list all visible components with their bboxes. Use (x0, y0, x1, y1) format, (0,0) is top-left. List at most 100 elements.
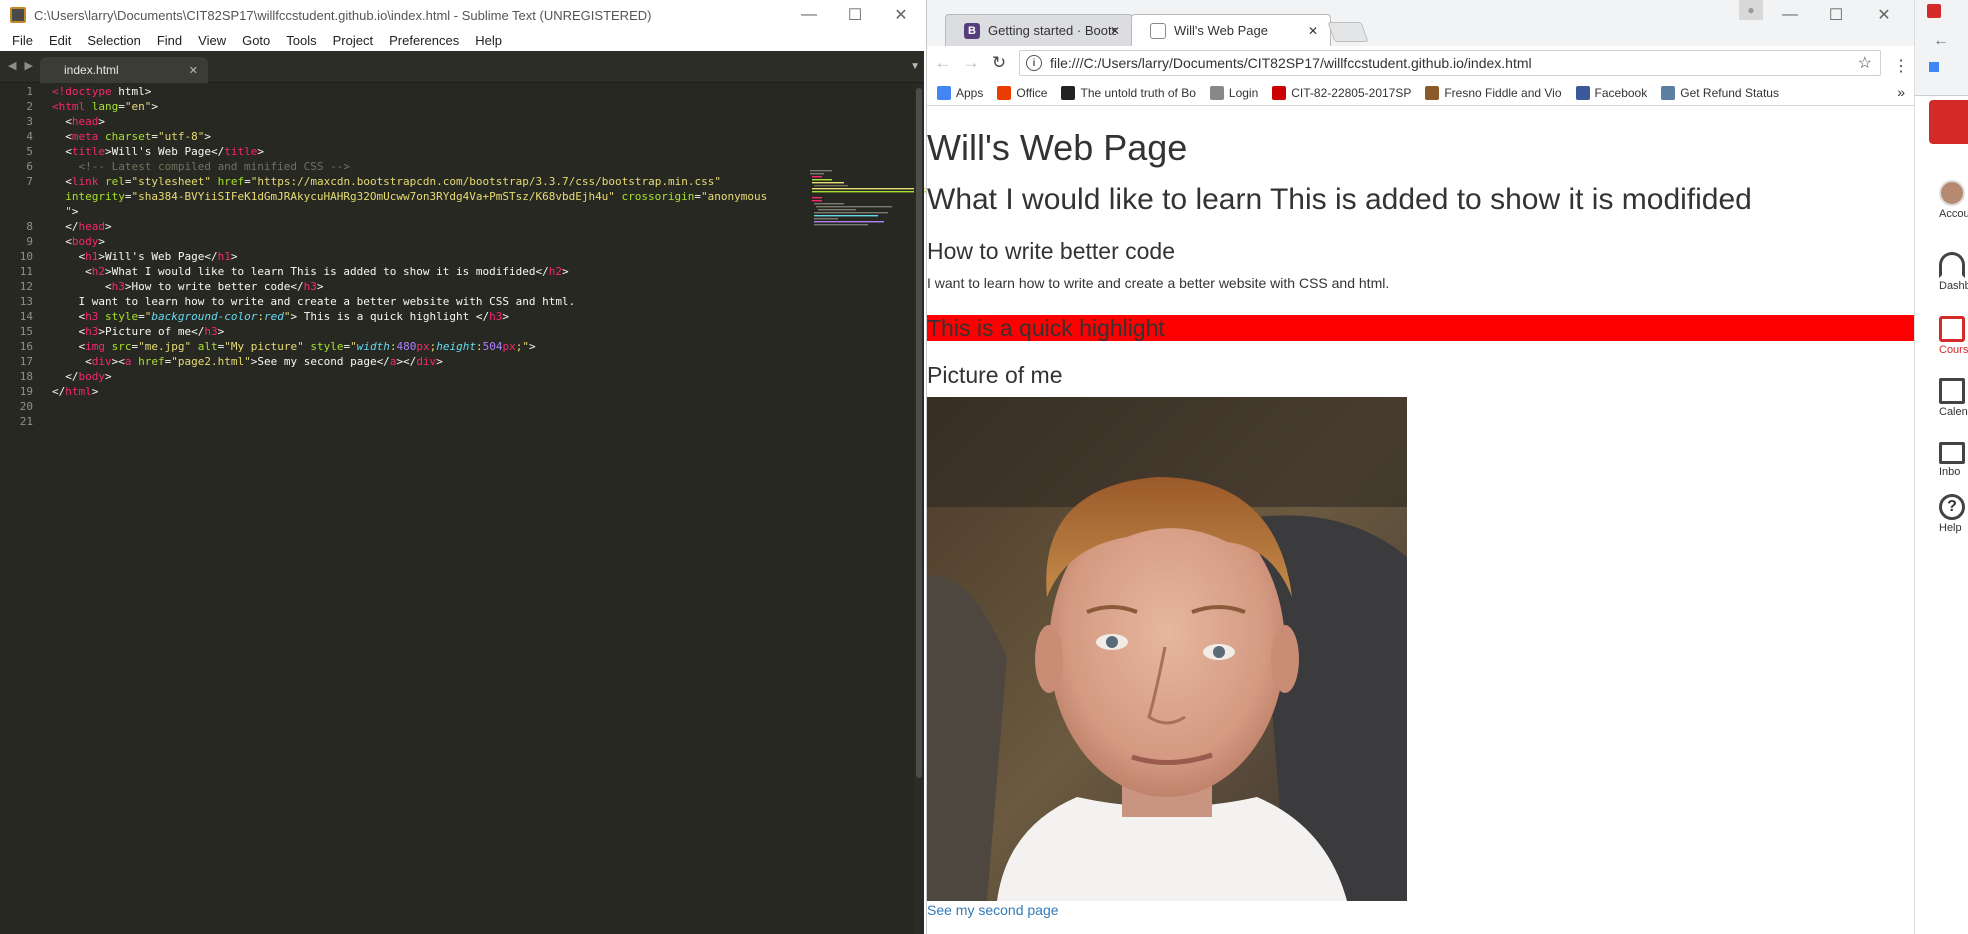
line-number: 13 (19, 295, 33, 308)
menu-goto[interactable]: Goto (234, 33, 278, 48)
chrome-window: B Getting started · Bootstr ✕ Will's Web… (926, 0, 1915, 934)
tab-label: Will's Web Page (1174, 23, 1268, 38)
close-button[interactable]: ✕ (1861, 0, 1907, 30)
menu-edit[interactable]: Edit (41, 33, 79, 48)
canvas-window: ← Accou Dashbo Cours Calend Inbo ? Help (1914, 0, 1968, 934)
sublime-titlebar: C:\Users\larry\Documents\CIT82SP17\willf… (0, 0, 924, 30)
bookmark-fiddle[interactable]: Fresno Fiddle and Vio (1425, 85, 1562, 100)
line-number: 14 (19, 310, 33, 323)
profile-icon[interactable]: ● (1739, 0, 1763, 20)
sublime-tabbar: ◀▶ index.html ✕ ▼ (0, 51, 924, 83)
chrome-toolbar: ← → ↻ i file:///C:/Users/larry/Documents… (927, 46, 1915, 80)
menu-preferences[interactable]: Preferences (381, 33, 467, 48)
new-tab-button[interactable] (1327, 22, 1369, 42)
back-icon[interactable]: ← (929, 49, 957, 77)
nav-label: Cours (1939, 344, 1968, 356)
sublime-window-title: C:\Users\larry\Documents\CIT82SP17\willf… (34, 7, 652, 23)
page-favicon-icon (1150, 22, 1166, 39)
line-number: 20 (19, 400, 33, 413)
browser-tab-wills-web-page[interactable]: Will's Web Page ✕ (1131, 14, 1331, 46)
bootstrap-favicon-icon: B (964, 22, 980, 39)
line-number: 12 (19, 280, 33, 293)
calendar-icon (1939, 378, 1965, 404)
back-icon[interactable]: ← (1933, 32, 1949, 50)
nav-help[interactable]: ? Help (1915, 494, 1968, 534)
nav-label: Calend (1939, 406, 1968, 418)
nav-label: Inbo (1939, 466, 1961, 478)
line-number: 4 (26, 130, 33, 143)
nav-label: Dashbo (1939, 280, 1968, 292)
line-number: 18 (19, 370, 33, 383)
bookmark-apps[interactable]: Apps (937, 85, 983, 100)
url-text[interactable]: file:///C:/Users/larry/Documents/CIT82SP… (1050, 55, 1858, 71)
nav-calendar[interactable]: Calend (1915, 378, 1968, 418)
nav-dashboard[interactable]: Dashbo (1915, 252, 1968, 292)
menu-find[interactable]: Find (149, 33, 190, 48)
bookmark-label: Login (1228, 85, 1259, 100)
bookmark-login[interactable]: Login (1209, 85, 1259, 100)
tab-nav-arrows-icon[interactable]: ◀▶ (8, 59, 41, 72)
maximize-button[interactable]: ☐ (1813, 0, 1859, 30)
nav-courses[interactable]: Cours (1915, 316, 1968, 356)
line-number: 19 (19, 385, 33, 398)
editor-tab-index-html[interactable]: index.html ✕ (40, 57, 208, 83)
chrome-menu-icon[interactable]: ⋮ (1893, 56, 1909, 76)
fresno-city-college-logo[interactable] (1929, 100, 1968, 144)
apps-grid-icon (937, 85, 951, 100)
bookmark-label: Get Refund Status (1680, 85, 1779, 100)
editor-scrollbar[interactable] (914, 84, 924, 934)
scrollbar-thumb[interactable] (916, 88, 922, 778)
minimize-button[interactable]: — (786, 0, 832, 30)
line-gutter: 1 2 3 4 5 6 7 8 9 10 11 12 13 14 15 16 1… (0, 84, 40, 934)
menu-project[interactable]: Project (325, 33, 381, 48)
page-icon (1209, 85, 1224, 100)
menu-file[interactable]: File (4, 33, 41, 48)
line-number: 21 (19, 415, 33, 428)
book-icon (1939, 316, 1965, 342)
bookmark-label: The untold truth of Bo (1080, 85, 1196, 100)
bookmark-label: Office (1016, 85, 1048, 100)
nav-account[interactable]: Accou (1915, 180, 1968, 220)
tab-overflow-icon[interactable]: ▼ (910, 61, 920, 72)
line-number: 16 (19, 340, 33, 353)
profile-photo (927, 397, 1407, 901)
nav-inbox[interactable]: Inbo (1915, 442, 1968, 478)
sublime-window: C:\Users\larry\Documents\CIT82SP17\willf… (0, 0, 932, 934)
minimize-button[interactable]: — (1767, 0, 1813, 30)
menu-view[interactable]: View (190, 33, 234, 48)
close-button[interactable]: ✕ (878, 0, 924, 30)
line-number: 7 (26, 175, 33, 188)
bookmark-cit[interactable]: CIT-82-22805-2017SP (1272, 85, 1412, 100)
close-tab-icon[interactable]: ✕ (189, 64, 198, 77)
office-icon (997, 85, 1012, 100)
menu-tools[interactable]: Tools (278, 33, 324, 48)
close-tab-icon[interactable]: ✕ (1110, 24, 1120, 38)
forward-icon[interactable]: → (957, 49, 985, 77)
browser-tab-bootstrap[interactable]: B Getting started · Bootstr ✕ (945, 14, 1133, 46)
code-editor[interactable]: 1 2 3 4 5 6 7 8 9 10 11 12 13 14 15 16 1… (0, 84, 932, 934)
bookmarks-bar: Apps Office The untold truth of Bo Login… (927, 80, 1915, 106)
second-page-link[interactable]: See my second page (927, 902, 1059, 918)
address-bar[interactable]: i file:///C:/Users/larry/Documents/CIT82… (1019, 50, 1881, 76)
line-number: 15 (19, 325, 33, 338)
site-icon (1061, 85, 1076, 100)
apps-icon[interactable] (1929, 62, 1939, 72)
menu-selection[interactable]: Selection (79, 33, 148, 48)
info-icon[interactable]: i (1026, 55, 1042, 71)
maximize-button[interactable]: ☐ (832, 0, 878, 30)
bookmark-label: CIT-82-22805-2017SP (1291, 85, 1412, 100)
bookmark-star-icon[interactable]: ☆ (1858, 53, 1872, 73)
bookmark-office[interactable]: Office (997, 85, 1048, 100)
close-tab-icon[interactable]: ✕ (1308, 24, 1318, 38)
more-bookmarks-icon[interactable]: » (1897, 84, 1905, 100)
highlight-heading: This is a quick highlight (927, 315, 1915, 341)
page-subheading: What I would like to learn This is added… (927, 183, 1752, 216)
reload-icon[interactable]: ↻ (985, 49, 1013, 77)
bookmark-untold-truth[interactable]: The untold truth of Bo (1061, 85, 1196, 100)
sublime-app-icon (10, 7, 26, 23)
canvas-topbar: ← (1915, 0, 1968, 96)
line-number: 17 (19, 355, 33, 368)
bookmark-facebook[interactable]: Facebook (1575, 85, 1647, 100)
bookmark-refund[interactable]: Get Refund Status (1661, 85, 1779, 100)
menu-help[interactable]: Help (467, 33, 510, 48)
